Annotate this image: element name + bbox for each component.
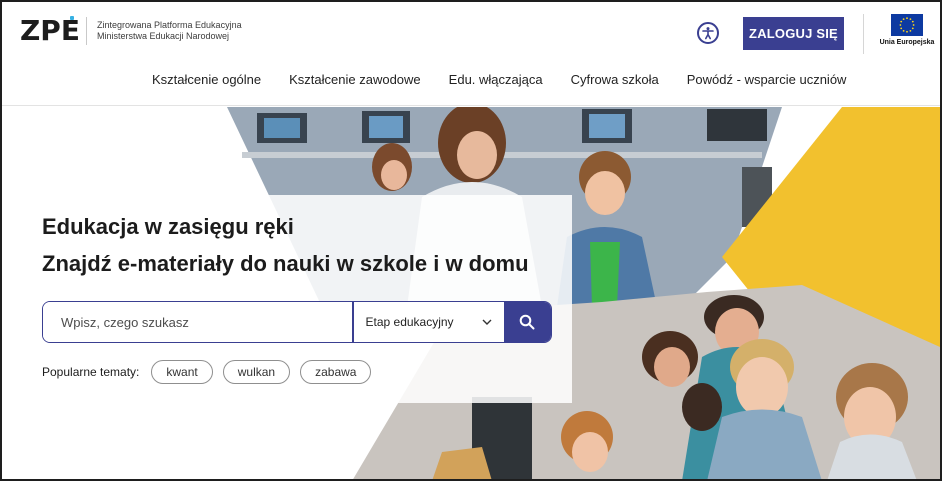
login-button[interactable]: ZALOGUJ SIĘ — [743, 17, 844, 50]
zpe-logo[interactable]: ZPE Zintegrowana Platforma Edukacyjna Mi… — [20, 14, 242, 48]
eu-label: Unia Europejska — [879, 39, 935, 46]
accessibility-icon — [702, 27, 714, 40]
logo-caption-line2: Ministerstwa Edukacji Narodowej — [97, 31, 230, 41]
search-bar: Etap edukacyjny — [42, 301, 552, 343]
logo-mark: ZPE — [20, 14, 80, 48]
nav-item-powodz[interactable]: Powódź - wsparcie uczniów — [687, 72, 847, 87]
hero-headline-1: Edukacja w zasięgu ręki — [42, 214, 294, 239]
accessibility-button[interactable] — [697, 22, 719, 44]
search-icon — [519, 314, 535, 330]
hero-headline-2: Znajdź e-materiały do nauki w szkole i w… — [42, 251, 529, 276]
eu-badge: Unia Europejska — [879, 14, 935, 46]
site-header: ZPE Zintegrowana Platforma Edukacyjna Mi… — [2, 2, 940, 106]
search-input[interactable] — [43, 302, 352, 342]
chevron-down-icon — [482, 319, 491, 325]
browser-frame: ZPE Zintegrowana Platforma Edukacyjna Mi… — [0, 0, 942, 481]
topic-chip-kwant[interactable]: kwant — [151, 360, 213, 384]
eu-flag-icon — [891, 14, 923, 36]
topic-chip-wulkan[interactable]: wulkan — [222, 360, 291, 384]
logo-caption: Zintegrowana Platforma Edukacyjna Minist… — [97, 20, 242, 42]
topic-chip-zabawa[interactable]: zabawa — [300, 360, 372, 384]
logo-caption-line1: Zintegrowana Platforma Edukacyjna — [97, 20, 242, 30]
education-stage-select[interactable]: Etap edukacyjny — [353, 302, 504, 342]
hero-section: Edukacja w zasięgu ręki Znajdź e-materia… — [2, 107, 940, 479]
nav-item-ksztalcenie-ogolne[interactable]: Kształcenie ogólne — [152, 72, 261, 87]
popular-topics: Popularne tematy: kwant wulkan zabawa — [42, 360, 381, 384]
main-nav: Kształcenie ogólne Kształcenie zawodowe … — [152, 72, 874, 87]
nav-item-cyfrowa-szkola[interactable]: Cyfrowa szkoła — [571, 72, 659, 87]
header-divider — [863, 14, 864, 54]
nav-item-edu-wlaczajaca[interactable]: Edu. włączająca — [449, 72, 543, 87]
logo-accent-icon — [70, 16, 74, 20]
logo-divider — [86, 17, 87, 45]
search-button[interactable] — [503, 302, 551, 342]
education-stage-select-label: Etap edukacyjny — [365, 315, 454, 329]
popular-topics-label: Popularne tematy: — [42, 365, 140, 379]
nav-item-ksztalcenie-zawodowe[interactable]: Kształcenie zawodowe — [289, 72, 421, 87]
